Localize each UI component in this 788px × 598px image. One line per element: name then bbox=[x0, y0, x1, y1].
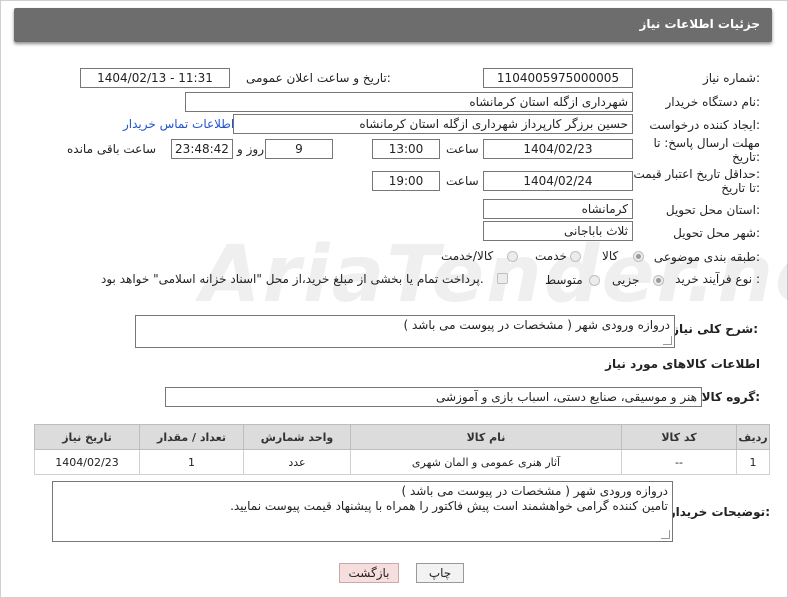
deadline-time-label: ساعت bbox=[446, 142, 479, 156]
announce-label: تاریخ و ساعت اعلان عمومی: bbox=[246, 71, 391, 85]
need-number-field[interactable]: 1104005975000005 bbox=[483, 68, 633, 88]
category-label: طبقه بندی موضوعی: bbox=[653, 250, 760, 264]
col-header-unit: واحد شمارش bbox=[243, 424, 351, 450]
days-remaining-field[interactable]: 9 bbox=[265, 139, 333, 159]
goods-table: ردیف کد کالا نام کالا واحد شمارش تعداد /… bbox=[34, 424, 770, 475]
goods-info-title: اطلاعات کالاهای مورد نیاز bbox=[605, 357, 760, 371]
general-desc-label: شرح کلی نیاز: bbox=[672, 322, 758, 336]
validity-label: حداقل تاریخ اعتبار قیمت: bbox=[633, 167, 760, 181]
resize-grip-icon[interactable] bbox=[663, 336, 672, 345]
table-row[interactable]: 1 -- آثار هنری عمومی و المان شهری عدد 1 … bbox=[34, 449, 770, 475]
resize-grip-icon[interactable] bbox=[661, 530, 670, 539]
col-header-name: نام کالا bbox=[350, 424, 622, 450]
process-option-medium: متوسط bbox=[545, 273, 583, 287]
validity-date-field[interactable]: 1404/02/24 bbox=[483, 171, 633, 191]
general-desc-text: دروازه ورودی شهر ( مشخصات در پیوست می با… bbox=[403, 318, 670, 332]
print-button[interactable]: چاپ bbox=[416, 563, 464, 583]
cell-date: 1404/02/23 bbox=[34, 449, 140, 475]
cell-row-num: 1 bbox=[736, 449, 770, 475]
creator-field[interactable]: حسین برزگر کارپرداز شهرداری ازگله استان … bbox=[233, 114, 633, 134]
deadline-label: مهلت ارسال پاسخ: تا bbox=[653, 136, 760, 150]
category-option-service: خدمت bbox=[535, 249, 567, 263]
col-header-row-num: ردیف bbox=[736, 424, 770, 450]
back-button[interactable]: بازگشت bbox=[339, 563, 399, 583]
table-header-row: ردیف کد کالا نام کالا واحد شمارش تعداد /… bbox=[34, 424, 770, 450]
announce-date-field[interactable]: 1404/02/13 - 11:31 bbox=[80, 68, 230, 88]
validity-label-date: تا تاریخ: bbox=[721, 181, 760, 195]
time-remaining-label: ساعت باقی مانده bbox=[67, 142, 157, 156]
general-desc-textarea[interactable]: دروازه ورودی شهر ( مشخصات در پیوست می با… bbox=[135, 315, 675, 348]
cell-qty: 1 bbox=[139, 449, 244, 475]
category-radio-both[interactable] bbox=[507, 251, 518, 262]
process-label: نوع فرآیند خرید : bbox=[675, 272, 760, 286]
buyer-notes-label: توضیحات خریدار: bbox=[668, 505, 770, 519]
city-label: شهر محل تحویل: bbox=[673, 226, 760, 240]
page-title: جزئیات اطلاعات نیاز bbox=[639, 17, 760, 31]
cell-unit: عدد bbox=[243, 449, 351, 475]
days-label: روز و bbox=[237, 142, 264, 156]
buyer-org-field[interactable]: شهرداری ازگله استان کرمانشاه bbox=[185, 92, 633, 112]
province-label: استان محل تحویل: bbox=[665, 203, 760, 217]
cell-code: -- bbox=[621, 449, 737, 475]
category-option-both: کالا/خدمت bbox=[441, 249, 494, 263]
time-remaining-field[interactable]: 23:48:42 bbox=[171, 139, 233, 159]
city-field[interactable]: ثلاث باباجانی bbox=[483, 221, 633, 241]
category-radio-goods[interactable] bbox=[633, 251, 644, 262]
buyer-notes-textarea[interactable]: دروازه ورودی شهر ( مشخصات در پیوست می با… bbox=[52, 481, 673, 542]
province-field[interactable]: کرمانشاه bbox=[483, 199, 633, 219]
process-radio-minor[interactable] bbox=[653, 275, 664, 286]
validity-time-label: ساعت bbox=[446, 174, 479, 188]
treasury-payment-checkbox[interactable] bbox=[497, 273, 508, 284]
treasury-payment-note: پرداخت تمام یا بخشی از مبلغ خرید،از محل … bbox=[101, 272, 484, 286]
buyer-notes-line-2: تامین کننده گرامی خواهشمند است پیش فاکتو… bbox=[230, 499, 668, 513]
creator-label: ایجاد کننده درخواست: bbox=[649, 118, 760, 132]
goods-group-label: گروه کالا: bbox=[701, 390, 760, 404]
category-radio-service[interactable] bbox=[570, 251, 581, 262]
buyer-notes-line-1: دروازه ورودی شهر ( مشخصات در پیوست می با… bbox=[401, 484, 668, 498]
deadline-date-field[interactable]: 1404/02/23 bbox=[483, 139, 633, 159]
col-header-date: تاریخ نیاز bbox=[34, 424, 140, 450]
cell-name: آثار هنری عمومی و المان شهری bbox=[350, 449, 622, 475]
deadline-label-date: تاریخ: bbox=[732, 150, 760, 164]
buyer-contact-link[interactable]: اطلاعات تماس خریدار bbox=[123, 117, 234, 131]
validity-time-field[interactable]: 19:00 bbox=[372, 171, 440, 191]
deadline-time-field[interactable]: 13:00 bbox=[372, 139, 440, 159]
col-header-qty: تعداد / مقدار bbox=[139, 424, 244, 450]
goods-group-field[interactable]: هنر و موسیقی، صنایع دستی، اسباب بازی و آ… bbox=[165, 387, 702, 407]
title-bar: جزئیات اطلاعات نیاز bbox=[14, 8, 772, 42]
category-option-goods: کالا bbox=[602, 249, 619, 263]
col-header-code: کد کالا bbox=[621, 424, 737, 450]
process-option-minor: جزیی bbox=[612, 273, 640, 287]
buyer-org-label: نام دستگاه خریدار: bbox=[665, 95, 761, 109]
process-radio-medium[interactable] bbox=[589, 275, 600, 286]
need-number-label: شماره نیاز: bbox=[702, 71, 760, 85]
